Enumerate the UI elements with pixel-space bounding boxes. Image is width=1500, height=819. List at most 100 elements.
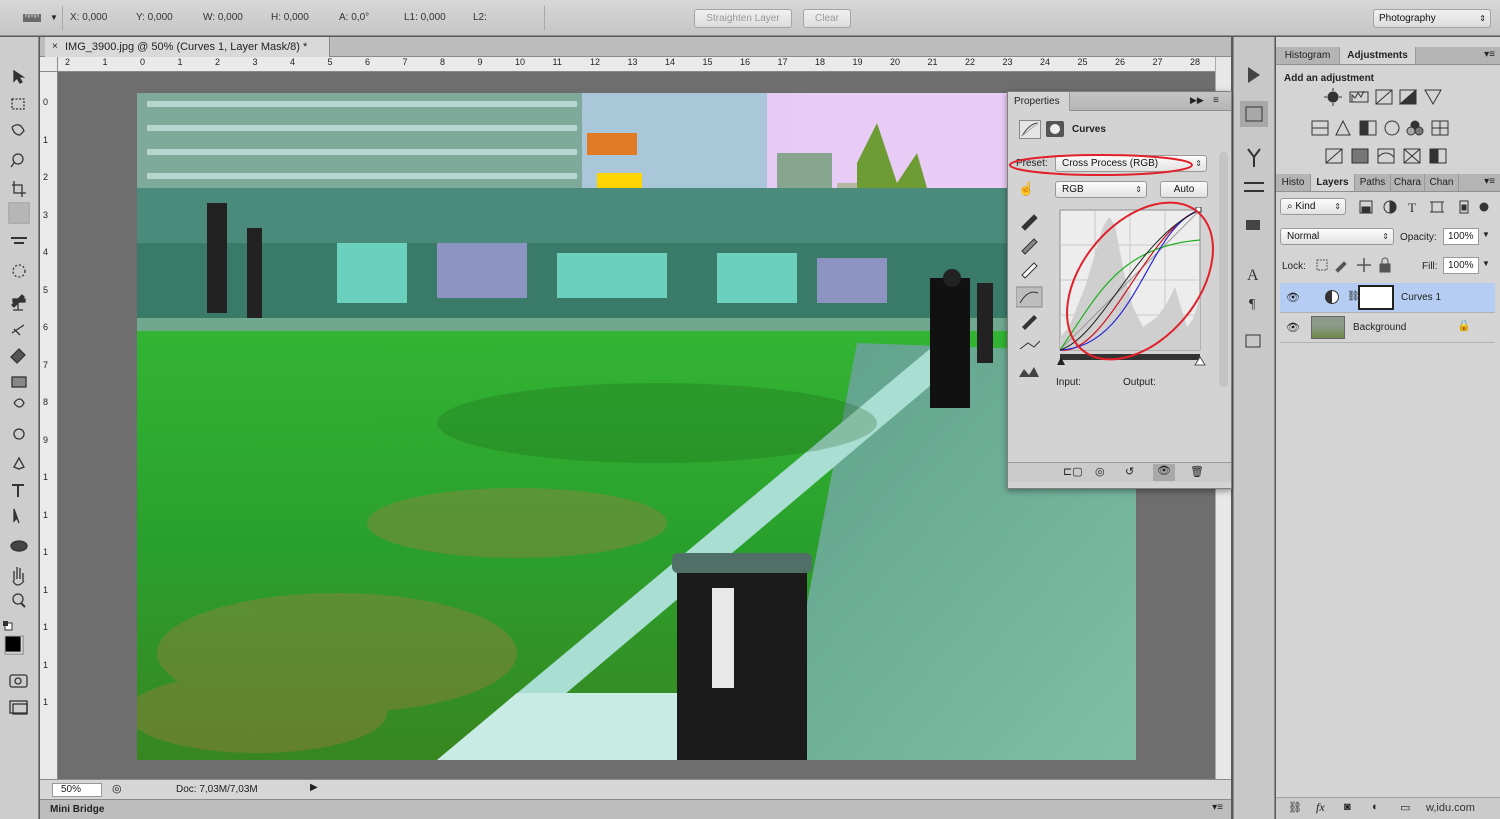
opacity-label: Opacity:	[1400, 232, 1437, 243]
tab-character[interactable]: Chara	[1391, 174, 1425, 191]
layer-row-curves[interactable]: 👁 ⛓ Curves 1	[1280, 283, 1495, 313]
zoom-field[interactable]: 50%	[52, 783, 102, 797]
adjustments-tab-row: Histogram Adjustments ▾≡	[1276, 47, 1500, 65]
status-info-icon[interactable]: ◎	[112, 782, 122, 795]
view-previous-icon[interactable]: ◎	[1095, 465, 1105, 478]
eye-icon[interactable]: 👁	[1286, 321, 1300, 334]
tab-history[interactable]: Histo	[1276, 174, 1311, 191]
new-group-icon[interactable]: ▭	[1400, 801, 1410, 814]
ruler-h-label: 9	[478, 57, 483, 67]
ruler-h-label: 2	[65, 57, 70, 67]
y-readout: Y: 0,000	[136, 12, 173, 23]
tab-channels[interactable]: Chan	[1425, 174, 1459, 191]
l1-readout: L1: 0,000	[404, 12, 446, 23]
ruler-v-label: 1	[43, 622, 48, 632]
visibility-icon[interactable]: 👁	[1153, 464, 1175, 481]
fx-icon[interactable]: fx	[1316, 800, 1325, 815]
pencil-curve-icon[interactable]	[1018, 312, 1042, 332]
tab-layers[interactable]: Layers	[1311, 174, 1355, 191]
add-mask-icon[interactable]: ◙	[1344, 801, 1351, 813]
layer-thumbnail	[1311, 316, 1345, 339]
ruler-v-label: 6	[43, 322, 48, 332]
status-menu-arrow-icon[interactable]: ▶	[310, 782, 318, 793]
ruler-v-label: 4	[43, 247, 48, 257]
channel-value: RGB	[1062, 184, 1084, 195]
filter-kind-select[interactable]: ⌕ Kind ⇕	[1280, 198, 1346, 215]
ruler-v-label: 1	[43, 510, 48, 520]
ruler-h-label: 19	[853, 57, 863, 67]
ruler-tool-icon[interactable]	[22, 11, 42, 25]
fill-dropdown-icon[interactable]: ▼	[1482, 259, 1490, 268]
ruler-h-label: 12	[590, 57, 600, 67]
l2-readout: L2:	[473, 12, 487, 23]
layer-name-background[interactable]: Background	[1353, 322, 1406, 333]
mini-bridge-menu-icon[interactable]: ▾≡	[1212, 802, 1223, 813]
ruler-h-label: 17	[778, 57, 788, 67]
link-layers-icon[interactable]: ⛓	[1288, 801, 1302, 814]
document-photo[interactable]	[137, 93, 1136, 760]
new-adjustment-icon[interactable]: ◐	[1372, 801, 1379, 813]
smooth-points-icon[interactable]	[1018, 336, 1042, 356]
lock-icon: 🔒	[1457, 319, 1471, 332]
tab-histogram[interactable]: Histogram	[1276, 47, 1340, 64]
svg-text:A: A	[1247, 267, 1259, 284]
properties-scrollbar[interactable]	[1219, 152, 1228, 387]
delete-icon[interactable]: 🗑	[1190, 465, 1204, 478]
layer-filter-icons[interactable]: T	[1356, 198, 1496, 216]
straighten-layer-button[interactable]: Straighten Layer	[694, 9, 792, 28]
ruler-h-label: 14	[665, 57, 675, 67]
mini-bridge-bar: Mini Bridge ▾≡	[40, 799, 1231, 819]
opacity-dropdown-icon[interactable]: ▼	[1482, 230, 1490, 239]
vertical-ruler[interactable]: 01234567891111111	[40, 72, 58, 782]
close-tab-icon[interactable]: ×	[52, 37, 58, 57]
document-tab[interactable]: × IMG_3900.jpg @ 50% (Curves 1, Layer Ma…	[45, 37, 330, 57]
ruler-h-label: 1	[103, 57, 108, 67]
ruler-h-label: 6	[365, 57, 370, 67]
opacity-input[interactable]: 100%	[1443, 228, 1479, 245]
collapse-icon[interactable]: ▶▶	[1190, 95, 1204, 106]
panel-menu-icon[interactable]: ▾≡	[1484, 49, 1495, 60]
fill-label: Fill:	[1422, 261, 1438, 272]
workspace-select[interactable]: Photography ⇕	[1373, 9, 1491, 28]
mini-bridge-label[interactable]: Mini Bridge	[50, 804, 104, 815]
ruler-tool-selected-icon[interactable]	[8, 202, 30, 224]
add-adjustment-heading: Add an adjustment	[1284, 73, 1374, 84]
kind-value: Kind	[1295, 201, 1315, 212]
tab-adjustments[interactable]: Adjustments	[1340, 47, 1416, 64]
ruler-h-label: 23	[1003, 57, 1013, 67]
blend-mode-select[interactable]: Normal ⇕	[1280, 228, 1394, 245]
clear-button[interactable]: Clear	[803, 9, 851, 28]
tool-preset-arrow-icon[interactable]: ▼	[50, 13, 58, 22]
clipping-warning-icon[interactable]	[1018, 360, 1042, 380]
curves-adjustment-icon[interactable]	[1019, 120, 1041, 139]
lock-label: Lock:	[1282, 261, 1306, 272]
ruler-h-label: 3	[253, 57, 258, 67]
lock-icons[interactable]	[1314, 256, 1394, 274]
tab-paths[interactable]: Paths	[1355, 174, 1391, 191]
ruler-h-label: 20	[890, 57, 900, 67]
layer-row-background[interactable]: 👁 Background 🔒	[1280, 313, 1495, 343]
eye-icon[interactable]: 👁	[1286, 291, 1300, 304]
panel-menu-icon[interactable]: ≡	[1213, 95, 1219, 106]
horizontal-ruler[interactable]: 2101234567891011121314151617181920212223…	[58, 57, 1215, 72]
ruler-h-label: 26	[1115, 57, 1125, 67]
smooth-curve-icon[interactable]	[1018, 288, 1042, 309]
properties-tab[interactable]: Properties	[1008, 92, 1070, 111]
ruler-v-label: 2	[43, 172, 48, 182]
ruler-h-label: 10	[515, 57, 525, 67]
layer-mask-thumbnail[interactable]	[1358, 285, 1394, 310]
clip-to-layer-icon[interactable]: ⊏▢	[1063, 465, 1083, 478]
fill-input[interactable]: 100%	[1443, 257, 1479, 274]
layer-name-curves[interactable]: Curves 1	[1401, 292, 1441, 303]
layer-mask-icon[interactable]	[1046, 121, 1064, 137]
adjustment-icons[interactable]	[1306, 87, 1486, 167]
ruler-h-label: 13	[628, 57, 638, 67]
watermark: w,idu.com	[1426, 802, 1475, 814]
targeted-adjustment-icon[interactable]: ☝	[1018, 181, 1034, 197]
select-arrows-icon: ⇕	[1382, 229, 1389, 244]
ruler-corner	[40, 57, 58, 72]
panel-menu-icon[interactable]: ▾≡	[1484, 176, 1495, 187]
ruler-h-label: 15	[703, 57, 713, 67]
adjustment-layer-icon	[1325, 290, 1339, 304]
reset-icon[interactable]: ↺	[1125, 465, 1134, 478]
